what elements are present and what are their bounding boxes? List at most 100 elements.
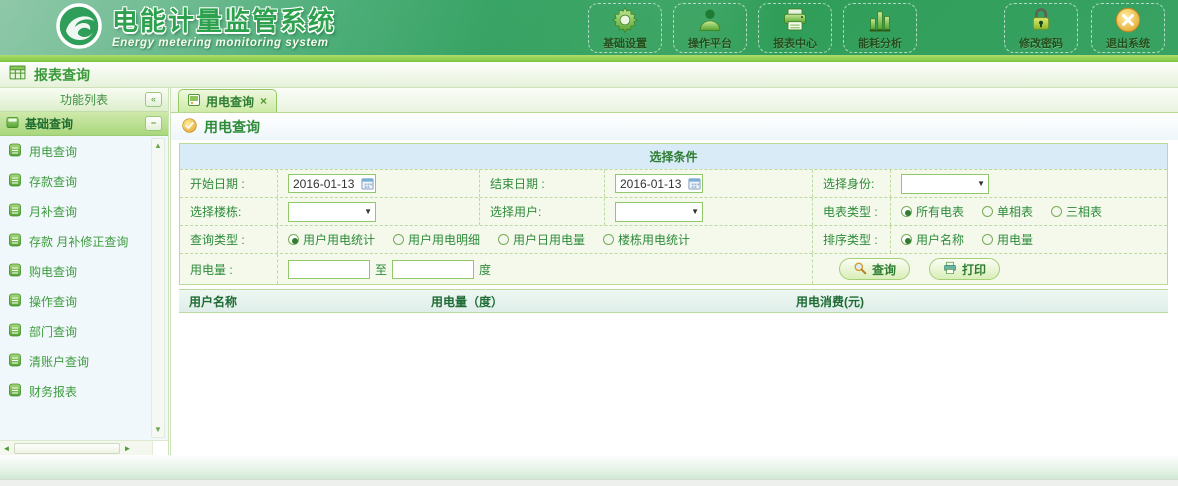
- radio-sort-user-name[interactable]: 用户名称: [901, 231, 964, 248]
- radio-icon: [982, 206, 993, 217]
- usage-from-input[interactable]: [288, 260, 370, 279]
- sidebar-list: 用电查询 存款查询 月补查询 存款 月补修正查询 购电查询 操作查询: [0, 136, 168, 440]
- nav-basic-settings[interactable]: 基础设置: [588, 3, 662, 53]
- tab-bar: 用电查询 ×: [171, 88, 1178, 113]
- sidebar-item-electricity-query[interactable]: 用电查询: [0, 136, 168, 166]
- user-select[interactable]: ▼: [615, 202, 703, 222]
- scrollbar-thumb[interactable]: [14, 443, 120, 454]
- app-window: 电能计量监管系统 Energy metering monitoring syst…: [0, 0, 1178, 486]
- doc-icon: [8, 143, 22, 160]
- radio-user-daily-usage[interactable]: 用户日用电量: [498, 231, 585, 248]
- nav-exit-system[interactable]: 退出系统: [1091, 3, 1165, 53]
- sidebar-section-basic-query[interactable]: 基础查询 −: [0, 112, 168, 136]
- app-title: 电能计量监管系统: [112, 8, 336, 35]
- print-button[interactable]: 打印: [929, 258, 1000, 280]
- doc-icon: [8, 233, 22, 250]
- radio-icon: [393, 234, 404, 245]
- bar-chart-icon: [866, 6, 894, 34]
- chevron-down-icon: ▼: [691, 207, 699, 216]
- radio-icon: [603, 234, 614, 245]
- chevron-down-icon: ▼: [977, 179, 985, 188]
- sidebar-section-label: 基础查询: [25, 115, 73, 132]
- sidebar-item-department-query[interactable]: 部门查询: [0, 316, 168, 346]
- doc-icon: [8, 383, 22, 400]
- sidebar-item-clear-account-query[interactable]: 清账户查询: [0, 346, 168, 376]
- query-type-label: 查询类型 :: [180, 226, 277, 253]
- sidebar-vertical-scrollbar[interactable]: ▲ ▼: [151, 138, 165, 438]
- usage-to-label: 至: [375, 261, 387, 278]
- scroll-down-arrow[interactable]: ▼: [152, 424, 164, 436]
- sidebar-item-purchase-query[interactable]: 购电查询: [0, 256, 168, 286]
- tab-page-icon: [188, 94, 200, 109]
- radio-three-phase[interactable]: 三相表: [1051, 203, 1102, 220]
- doc-icon: [8, 173, 22, 190]
- sidebar-collapse-button[interactable]: «: [145, 92, 162, 107]
- scroll-right-arrow[interactable]: ►: [121, 444, 134, 453]
- radio-single-phase[interactable]: 单相表: [982, 203, 1033, 220]
- column-cost: 用电消费(元): [786, 293, 1168, 310]
- nav-label: 修改密码: [1019, 35, 1063, 51]
- logo: 电能计量监管系统 Energy metering monitoring syst…: [56, 3, 336, 54]
- calendar-icon[interactable]: [361, 177, 374, 190]
- doc-icon: [8, 263, 22, 280]
- nav-label: 退出系统: [1106, 35, 1150, 51]
- magnifier-icon: [853, 261, 867, 278]
- form-row-dates: 开始日期 : 结束日期 :: [180, 169, 1167, 197]
- tab-label: 用电查询: [206, 93, 254, 110]
- column-usage: 用电量（度）: [421, 293, 786, 310]
- gear-icon: [611, 6, 639, 34]
- chevron-down-icon: ▼: [364, 207, 372, 216]
- radio-user-usage-detail[interactable]: 用户用电明细: [393, 231, 480, 248]
- nav-label: 基础设置: [603, 35, 647, 51]
- radio-sort-usage[interactable]: 用电量: [982, 231, 1033, 248]
- tab-electricity-query[interactable]: 用电查询 ×: [178, 89, 277, 112]
- calendar-icon[interactable]: [688, 177, 701, 190]
- identity-select[interactable]: ▼: [901, 174, 989, 194]
- scroll-left-arrow[interactable]: ◄: [0, 444, 13, 453]
- report-grid-icon: [9, 64, 26, 86]
- logo-swirl-icon: [56, 3, 102, 54]
- condition-panel-title: 选择条件: [180, 144, 1167, 169]
- header-nav: 基础设置 操作平台: [588, 3, 917, 53]
- sort-type-label: 排序类型 :: [812, 226, 890, 253]
- radio-all-meters[interactable]: 所有电表: [901, 203, 964, 220]
- scroll-up-arrow[interactable]: ▲: [152, 140, 164, 152]
- usage-label: 用电量 :: [180, 254, 277, 284]
- doc-icon: [8, 323, 22, 340]
- building-select[interactable]: ▼: [288, 202, 376, 222]
- nav-report-center[interactable]: 报表中心: [758, 3, 832, 53]
- building-label: 选择楼栋:: [180, 198, 277, 225]
- scrollbar-corner: [152, 441, 168, 456]
- tab-close-icon[interactable]: ×: [260, 95, 267, 107]
- exit-icon: [1114, 6, 1142, 34]
- sort-type-options: 用户名称 用电量: [890, 226, 1167, 253]
- sidebar-header: 功能列表 «: [0, 88, 168, 112]
- sidebar-item-monthly-supplement-query[interactable]: 月补查询: [0, 196, 168, 226]
- usage-to-input[interactable]: [392, 260, 474, 279]
- operator-icon: [696, 6, 724, 34]
- module-title: 报表查询: [34, 65, 90, 85]
- column-user-name: 用户名称: [179, 293, 421, 310]
- query-button[interactable]: 查询: [839, 258, 910, 280]
- nav-label: 能耗分析: [858, 35, 902, 51]
- app-footer: [0, 455, 1178, 486]
- radio-user-usage-stats[interactable]: 用户用电统计: [288, 231, 375, 248]
- section-minimize-button[interactable]: −: [145, 116, 162, 131]
- radio-selected-icon: [288, 234, 299, 245]
- gold-check-icon: [182, 118, 197, 136]
- start-date-label: 开始日期 :: [180, 170, 277, 197]
- page-title: 用电查询: [204, 117, 260, 137]
- radio-icon: [498, 234, 509, 245]
- query-type-options: 用户用电统计 用户用电明细 用户日用电量 楼栋用电统计: [277, 226, 812, 253]
- radio-building-usage-stats[interactable]: 楼栋用电统计: [603, 231, 690, 248]
- sidebar-item-deposit-query[interactable]: 存款查询: [0, 166, 168, 196]
- nav-energy-analysis[interactable]: 能耗分析: [843, 3, 917, 53]
- nav-operation-platform[interactable]: 操作平台: [673, 3, 747, 53]
- module-toolbar: 报表查询: [0, 62, 1178, 88]
- nav-change-password[interactable]: 修改密码: [1004, 3, 1078, 53]
- sidebar-item-financial-report[interactable]: 财务报表: [0, 376, 168, 406]
- sidebar-item-deposit-correction-query[interactable]: 存款 月补修正查询: [0, 226, 168, 256]
- sidebar-item-operation-query[interactable]: 操作查询: [0, 286, 168, 316]
- sidebar-horizontal-scrollbar[interactable]: ◄ ►: [0, 440, 168, 455]
- doc-icon: [8, 353, 22, 370]
